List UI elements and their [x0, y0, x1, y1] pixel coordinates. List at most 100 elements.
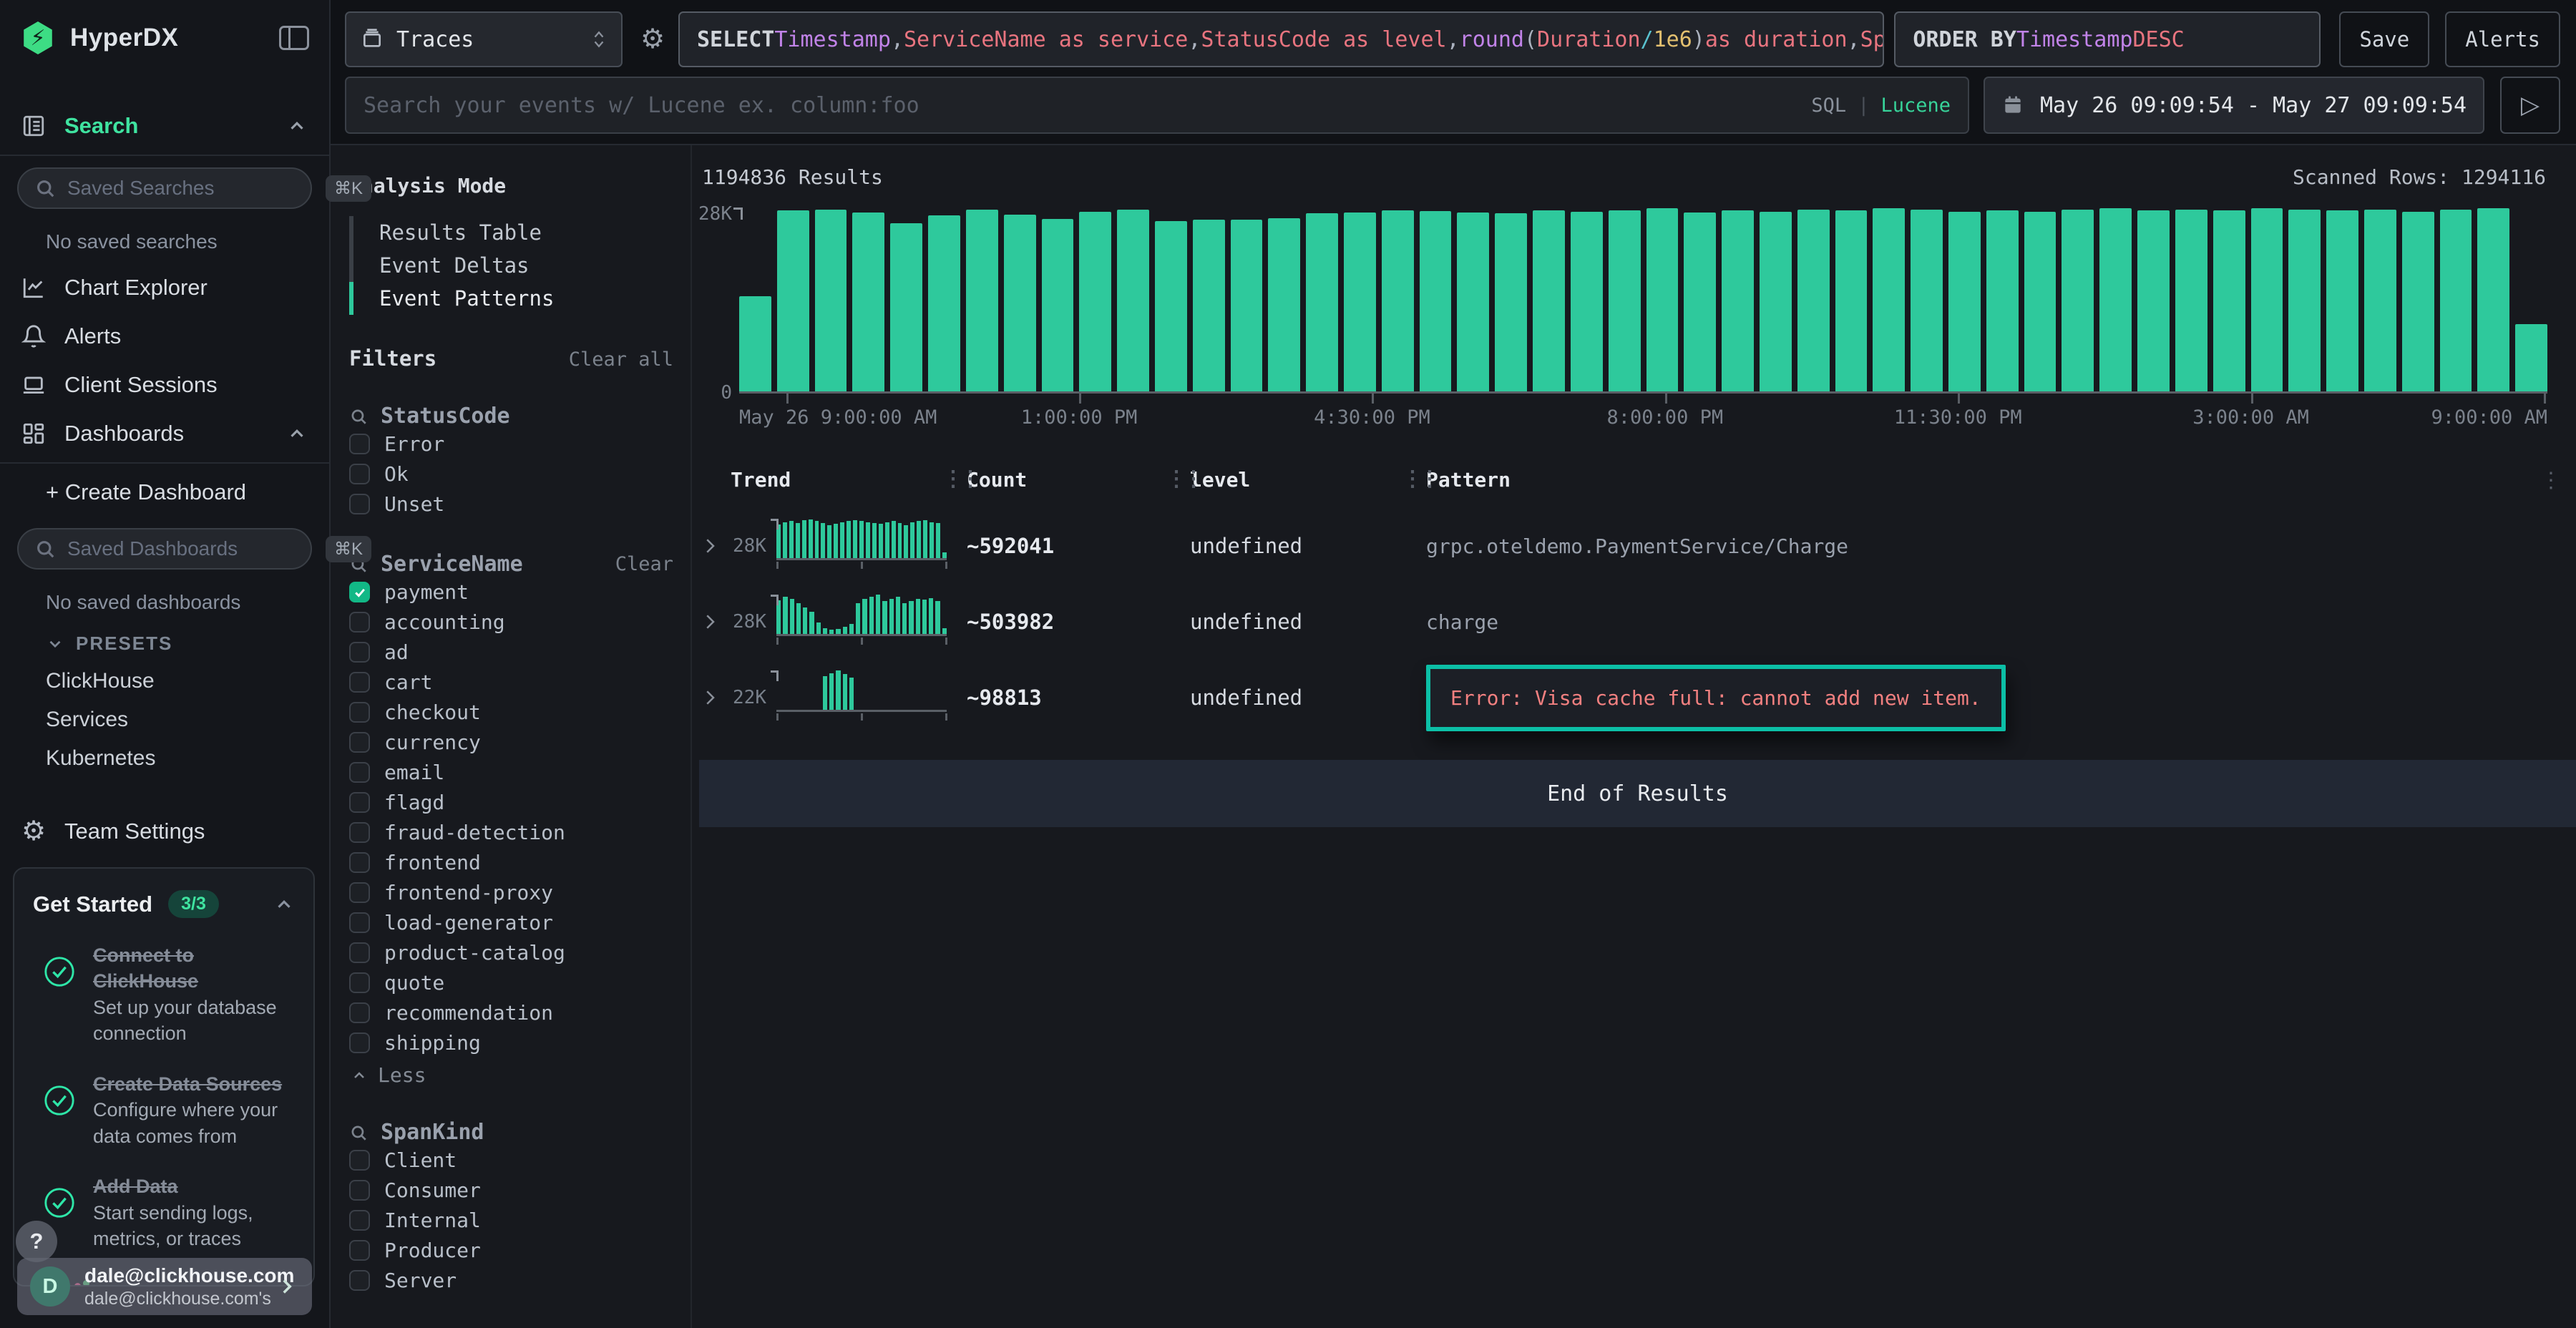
histogram-bar[interactable] [1571, 212, 1603, 391]
histogram-bar[interactable] [2477, 208, 2509, 391]
filter-option[interactable]: Producer [349, 1236, 673, 1265]
histogram-bar[interactable] [1646, 208, 1679, 391]
sidebar-item-search[interactable]: Search [0, 102, 329, 150]
histogram-bar[interactable] [2213, 210, 2245, 391]
checkbox[interactable] [349, 1210, 370, 1231]
histogram-bar[interactable] [928, 215, 960, 391]
expand-row-icon[interactable] [699, 611, 731, 633]
table-row[interactable]: 22K~98813undefinedError: Visa cache full… [699, 660, 2562, 736]
checkbox[interactable] [349, 1032, 370, 1053]
filter-option[interactable]: ad [349, 638, 673, 667]
table-row[interactable]: 28K~503982undefinedcharge [699, 584, 2562, 660]
checkbox[interactable] [349, 822, 370, 843]
checkbox[interactable] [349, 1150, 370, 1171]
histogram-bar[interactable] [2137, 210, 2170, 391]
histogram-bar[interactable] [1079, 212, 1111, 391]
histogram-bar[interactable] [1760, 212, 1792, 391]
filter-option[interactable]: accounting [349, 607, 673, 637]
histogram-bar[interactable] [2440, 210, 2472, 391]
preset-kubernetes[interactable]: Kubernetes [0, 739, 329, 778]
filter-option[interactable]: recommendation [349, 998, 673, 1027]
histogram-bar[interactable] [1344, 213, 1376, 391]
histogram-bar[interactable] [890, 223, 922, 391]
column-resize-handle-icon[interactable]: ⋮⋮ [942, 467, 977, 492]
histogram-bar[interactable] [2251, 208, 2283, 391]
checkbox[interactable] [349, 582, 370, 602]
histogram-bar[interactable] [1457, 213, 1489, 391]
create-dashboard-button[interactable]: + Create Dashboard [0, 468, 329, 517]
histogram-bar[interactable] [1911, 210, 1943, 391]
source-settings-gear-icon[interactable]: ⚙ [633, 26, 673, 53]
column-resize-handle-icon[interactable]: ⋮⋮ [1166, 467, 1200, 492]
get-started-item[interactable]: Add DataStart sending logs, metrics, or … [33, 1173, 295, 1251]
checkbox[interactable] [349, 972, 370, 993]
sql-mode-option[interactable]: SQL [1811, 94, 1846, 117]
checkbox[interactable] [349, 672, 370, 693]
filter-option[interactable]: flagd [349, 788, 673, 817]
clear-group-link[interactable]: Clear [615, 553, 673, 575]
filter-option[interactable]: Internal [349, 1206, 673, 1235]
histogram-bar[interactable] [2364, 210, 2396, 391]
source-select[interactable]: Traces [345, 11, 623, 67]
histogram-bar[interactable] [739, 296, 771, 391]
column-trend[interactable]: Trend [731, 468, 967, 492]
preset-services[interactable]: Services [0, 700, 329, 739]
checkbox[interactable] [349, 434, 370, 454]
histogram-bar[interactable] [1722, 210, 1754, 391]
histogram-bar[interactable] [1231, 220, 1263, 391]
histogram-bar[interactable] [1609, 210, 1641, 391]
expand-row-icon[interactable] [699, 535, 731, 557]
show-less-toggle[interactable]: Less [349, 1063, 673, 1087]
histogram-bar[interactable] [1495, 213, 1527, 391]
analysis-mode-option[interactable]: Event Deltas [349, 249, 673, 282]
run-query-button[interactable]: ▷ [2500, 77, 2560, 134]
histogram-bar[interactable] [1382, 210, 1414, 391]
expand-row-icon[interactable] [699, 687, 731, 708]
checkbox[interactable] [349, 732, 370, 753]
filter-option[interactable]: currency [349, 728, 673, 757]
filter-option[interactable]: load-generator [349, 908, 673, 937]
checkbox[interactable] [349, 702, 370, 723]
presets-toggle[interactable]: PRESETS [0, 624, 329, 662]
analysis-mode-option[interactable]: Event Patterns [349, 282, 673, 315]
chevron-up-icon[interactable] [286, 423, 308, 444]
histogram-bars[interactable] [739, 208, 2547, 394]
histogram-bar[interactable] [2288, 210, 2321, 391]
saved-dashboards-field[interactable] [67, 537, 326, 560]
column-pattern[interactable]: ⋮⋮Pattern [1426, 468, 2522, 492]
checkbox[interactable] [349, 912, 370, 933]
sidebar-item-client-sessions[interactable]: Client Sessions [0, 361, 329, 409]
sql-select-input[interactable]: SELECT Timestamp, ServiceName as service… [678, 11, 1884, 67]
lucene-mode-option[interactable]: Lucene [1880, 94, 1951, 117]
histogram-bar[interactable] [1004, 215, 1036, 391]
filter-option[interactable]: Ok [349, 459, 673, 489]
filter-option[interactable]: cart [349, 668, 673, 697]
histogram-bar[interactable] [1948, 212, 1981, 391]
filter-option[interactable]: product-catalog [349, 938, 673, 967]
checkbox[interactable] [349, 1240, 370, 1261]
checkbox[interactable] [349, 494, 370, 514]
filter-option[interactable]: email [349, 758, 673, 787]
histogram-bar[interactable] [1268, 218, 1300, 391]
table-row[interactable]: 28K~592041undefinedgrpc.oteldemo.Payment… [699, 508, 2562, 584]
user-menu[interactable]: D dale@clickhouse.com dale@clickhouse.co… [17, 1258, 312, 1315]
checkbox[interactable] [349, 882, 370, 903]
histogram-bar[interactable] [2402, 212, 2434, 391]
histogram-bar[interactable] [2326, 210, 2358, 391]
histogram-bar[interactable] [1306, 213, 1338, 391]
histogram-bar[interactable] [2062, 210, 2094, 391]
chevron-up-icon[interactable] [286, 115, 308, 137]
histogram-bar[interactable] [1193, 220, 1225, 391]
date-range-picker[interactable]: May 26 09:09:54 - May 27 09:09:54 [1984, 77, 2484, 134]
histogram-bar[interactable] [2515, 324, 2547, 391]
histogram-bar[interactable] [1797, 210, 1830, 391]
saved-searches-input[interactable]: ⌘K [17, 167, 312, 209]
filter-option[interactable]: fraud-detection [349, 818, 673, 847]
filter-option[interactable]: Unset [349, 489, 673, 519]
column-count[interactable]: ⋮⋮Count [967, 468, 1190, 492]
filter-option[interactable]: frontend-proxy [349, 878, 673, 907]
filter-option[interactable]: checkout [349, 698, 673, 727]
get-started-item[interactable]: Connect to ClickHouseSet up your databas… [33, 942, 295, 1047]
sidebar-item-chart-explorer[interactable]: Chart Explorer [0, 263, 329, 312]
histogram-bar[interactable] [1684, 213, 1716, 391]
